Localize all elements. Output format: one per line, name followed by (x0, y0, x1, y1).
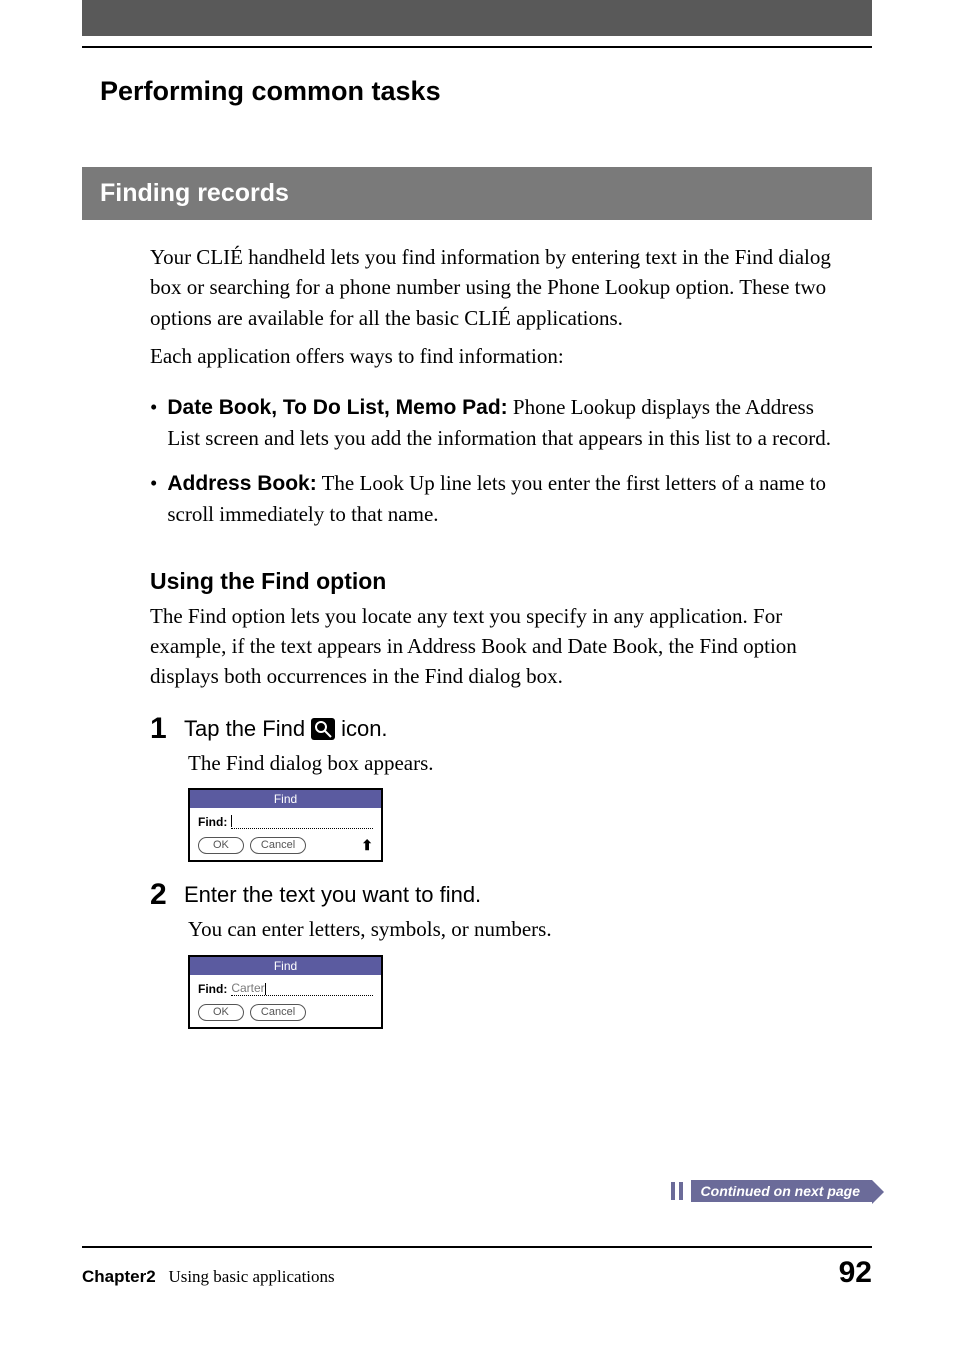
intro-paragraph-2: Each application offers ways to find inf… (150, 341, 842, 371)
intro-paragraph-1: Your CLIÉ handheld lets you find informa… (150, 242, 842, 333)
step-post: icon. (341, 716, 387, 742)
step-pre: Enter the text you want to find. (184, 882, 481, 908)
bullet-item: • Date Book, To Do List, Memo Pad: Phone… (150, 392, 842, 454)
page: Performing common tasks Finding records … (0, 0, 954, 1352)
step-after-text: The Find dialog box appears. (188, 748, 842, 778)
step-row: 1 Tap the Find icon. (150, 714, 954, 744)
bullet-dot: • (150, 392, 157, 454)
cancel-button[interactable]: Cancel (250, 837, 306, 854)
bullet-bold: Date Book, To Do List, Memo Pad: (167, 396, 507, 419)
continued-label: Continued on next page (691, 1180, 872, 1202)
chapter-label: Chapter2 (82, 1267, 156, 1286)
step-row: 2 Enter the text you want to find. (150, 880, 954, 910)
subintro-paragraph: The Find option lets you locate any text… (150, 601, 842, 692)
ok-button[interactable]: OK (198, 1004, 244, 1021)
find-label: Find: (198, 815, 227, 829)
section-title-bar: Finding records (82, 167, 872, 220)
find-input[interactable] (231, 814, 373, 828)
find-dialog: Find Find: OK Cancel ⬆ (188, 788, 383, 862)
bullet-dot: • (150, 468, 157, 530)
step-text: Enter the text you want to find. (184, 882, 481, 908)
find-dialog: Find Find: Carter OK Cancel (188, 955, 383, 1029)
up-arrow-icon[interactable]: ⬆ (361, 837, 373, 854)
cancel-button[interactable]: Cancel (250, 1004, 306, 1021)
find-label: Find: (198, 982, 227, 996)
step-pre: Tap the Find (184, 716, 305, 742)
step-number: 2 (150, 880, 172, 910)
step-text: Tap the Find icon. (184, 716, 388, 742)
subheading: Using the Find option (150, 568, 954, 595)
find-icon (311, 718, 335, 740)
step-number: 1 (150, 714, 172, 744)
page-number: 92 (839, 1256, 872, 1290)
bullet-item: • Address Book: The Look Up line lets yo… (150, 468, 842, 530)
header-rule (82, 46, 872, 48)
continued-banner: Continued on next page (671, 1180, 872, 1202)
ok-button[interactable]: OK (198, 837, 244, 854)
footer: Chapter2 Using basic applications 92 (82, 1256, 872, 1290)
footer-left: Chapter2 Using basic applications (82, 1267, 335, 1287)
step-after-text: You can enter letters, symbols, or numbe… (188, 914, 842, 944)
header-color-bar (82, 0, 872, 36)
dialog-title: Find (190, 790, 381, 808)
footer-rule (82, 1246, 872, 1248)
breadcrumb: Performing common tasks (100, 76, 954, 107)
chapter-title: Using basic applications (168, 1267, 334, 1286)
bullet-list: • Date Book, To Do List, Memo Pad: Phone… (150, 392, 842, 530)
bullet-bold: Address Book: (167, 472, 316, 495)
dialog-title: Find (190, 957, 381, 975)
find-input-value[interactable]: Carter (231, 981, 264, 995)
continued-bars-icon (671, 1182, 683, 1200)
